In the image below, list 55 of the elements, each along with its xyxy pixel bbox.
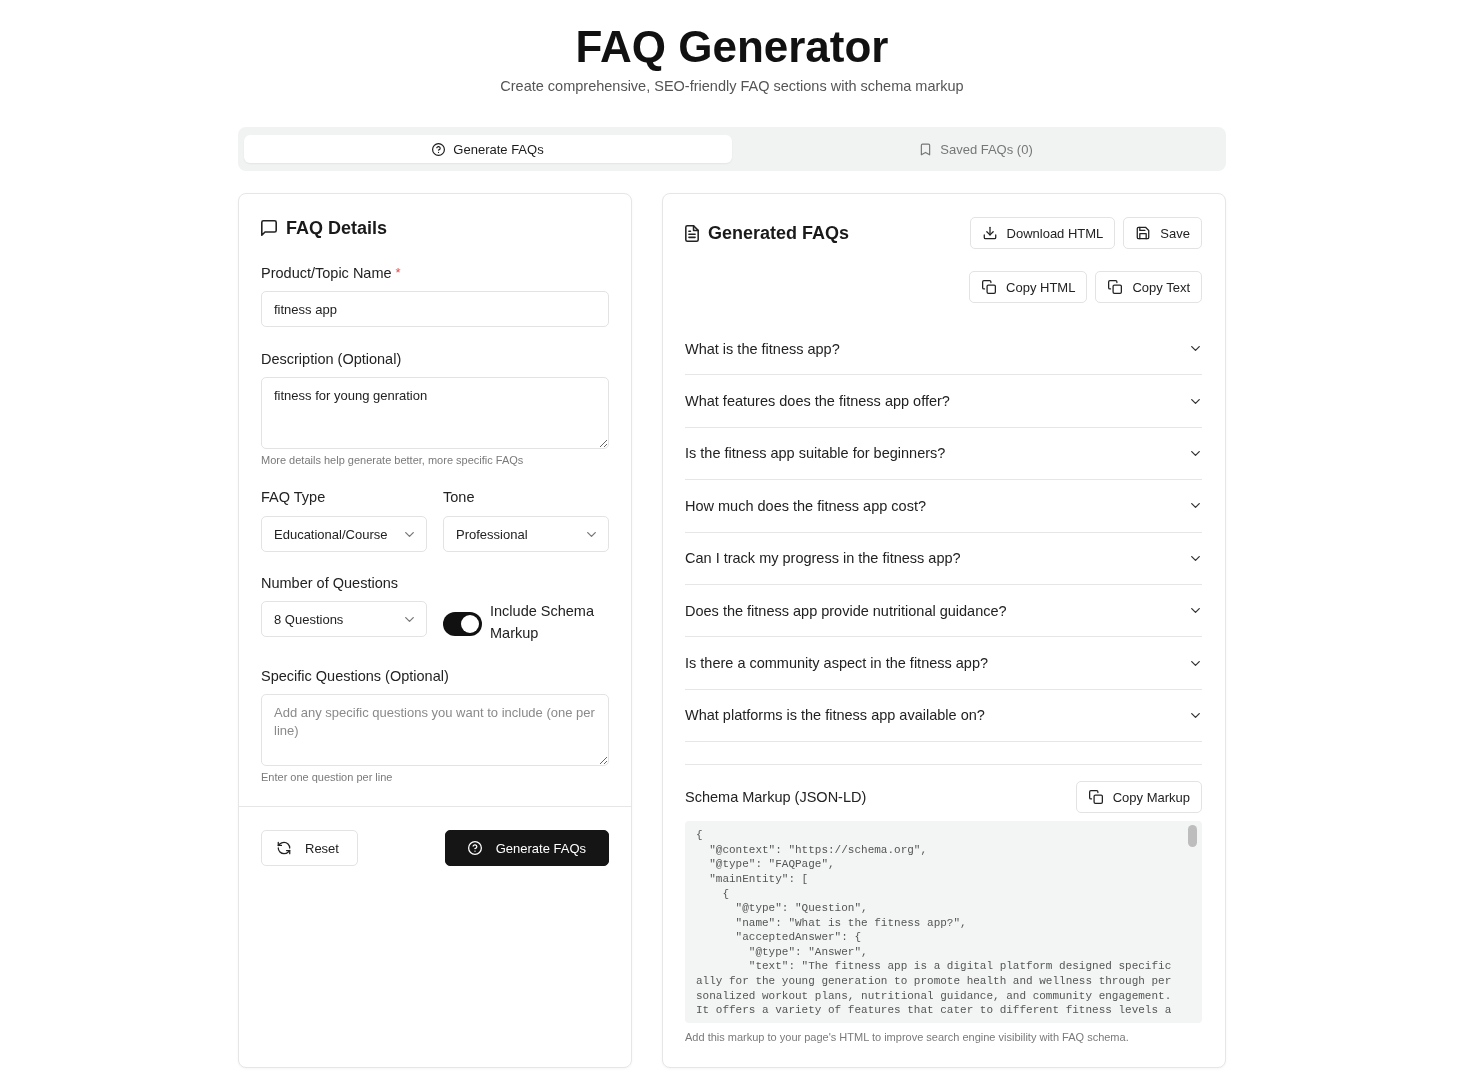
- textarea-field[interactable]: Add any specific questions you want to include (one per line): [261, 694, 609, 766]
- schema-note: Add this markup to your page's HTML to improve search engine visibility with FAQ schema.: [685, 1030, 1130, 1045]
- copy-icon: [1088, 790, 1103, 805]
- dropdown[interactable]: Professional: [443, 516, 609, 552]
- download-icon: [982, 226, 997, 240]
- download-button[interactable]: Download HTML: [969, 217, 1116, 249]
- reset-button[interactable]: Reset: [261, 830, 358, 866]
- field-label: Number of Questions: [261, 574, 399, 592]
- field-label: Product/Topic Name: [261, 264, 392, 282]
- code-text: { "@context": "https://schema.org", "@type": "FAQPage", "mainEntity": [ { "@type": "Question", "name": "What is the fitness app?", "acceptedAnswer": { "@type": "Answer", "text": "The fitness app is a digital platform designed specific ally for the young generation to promote health and wellness through per sonalized workout plans, nutritional guidance, and community engagement. It offers a variety of features that cater to different fitness levels a: [696, 828, 1172, 1018]
- faq-question[interactable]: What platforms is the fitness app available on?: [685, 689, 1202, 743]
- faq-question[interactable]: How much does the fitness app cost?: [685, 480, 1202, 533]
- copy-icon: [1108, 280, 1123, 294]
- copy-button[interactable]: Copy HTML: [969, 271, 1088, 303]
- help-icon: [467, 841, 482, 855]
- panel-title: Generated FAQs: [708, 222, 850, 244]
- tab[interactable]: Generate FAQs: [244, 135, 732, 163]
- page-subtitle: Create comprehensive, SEO-friendly FAQ sections with schema markup: [499, 77, 965, 95]
- copy-icon: [982, 280, 997, 294]
- chevron-down-icon: [587, 531, 596, 537]
- field-hint: Enter one question per line: [261, 770, 394, 784]
- save-button[interactable]: Save: [1123, 217, 1202, 249]
- generate-button[interactable]: Generate FAQs: [444, 830, 609, 866]
- scrollbar-thumb[interactable]: [1188, 825, 1197, 848]
- input-field[interactable]: fitness app: [261, 291, 609, 327]
- field-hint: More details help generate better, more specific FAQs: [261, 453, 525, 467]
- faq-question[interactable]: What features does the fitness app offer?: [685, 375, 1202, 428]
- dropdown[interactable]: Educational/Course: [261, 516, 427, 552]
- faq-question[interactable]: Is there a community aspect in the fitness app?: [685, 637, 1202, 690]
- speech-bubble-icon: [261, 220, 277, 236]
- toggle-label: Include Schema Markup: [490, 602, 595, 643]
- copy-button[interactable]: Copy Text: [1095, 271, 1202, 303]
- required-asterisk: *: [395, 264, 401, 282]
- help-icon: [432, 142, 446, 156]
- chevron-down-icon: [405, 616, 414, 622]
- section-title: Schema Markup (JSON-LD): [685, 789, 867, 806]
- tab[interactable]: Saved FAQs (0): [732, 135, 1220, 163]
- dropdown[interactable]: 8 Questions: [261, 601, 427, 637]
- chevron-down-icon: [405, 531, 414, 537]
- faq-question[interactable]: Can I track my progress in the fitness app?: [685, 532, 1202, 585]
- faq-question[interactable]: Is the fitness app suitable for beginners?: [685, 427, 1202, 481]
- toggle-switch[interactable]: [443, 612, 482, 636]
- field-label: Tone: [443, 488, 476, 506]
- faq-question[interactable]: What is the fitness app?: [685, 323, 1202, 376]
- page-title: FAQ Generator: [574, 22, 890, 72]
- textarea-field[interactable]: fitness for young genration: [261, 377, 609, 449]
- field-label: Specific Questions (Optional): [261, 667, 450, 685]
- copy-markup-button[interactable]: Copy Markup: [1075, 781, 1202, 814]
- field-label: Description (Optional): [261, 350, 403, 368]
- field-label: FAQ Type: [261, 488, 327, 506]
- document-icon: [685, 224, 699, 242]
- refresh-icon: [277, 841, 291, 855]
- panel-title: FAQ Details: [286, 217, 388, 239]
- bookmark-icon: [919, 142, 933, 156]
- faq-question[interactable]: Does the fitness app provide nutritional guidance?: [685, 584, 1202, 638]
